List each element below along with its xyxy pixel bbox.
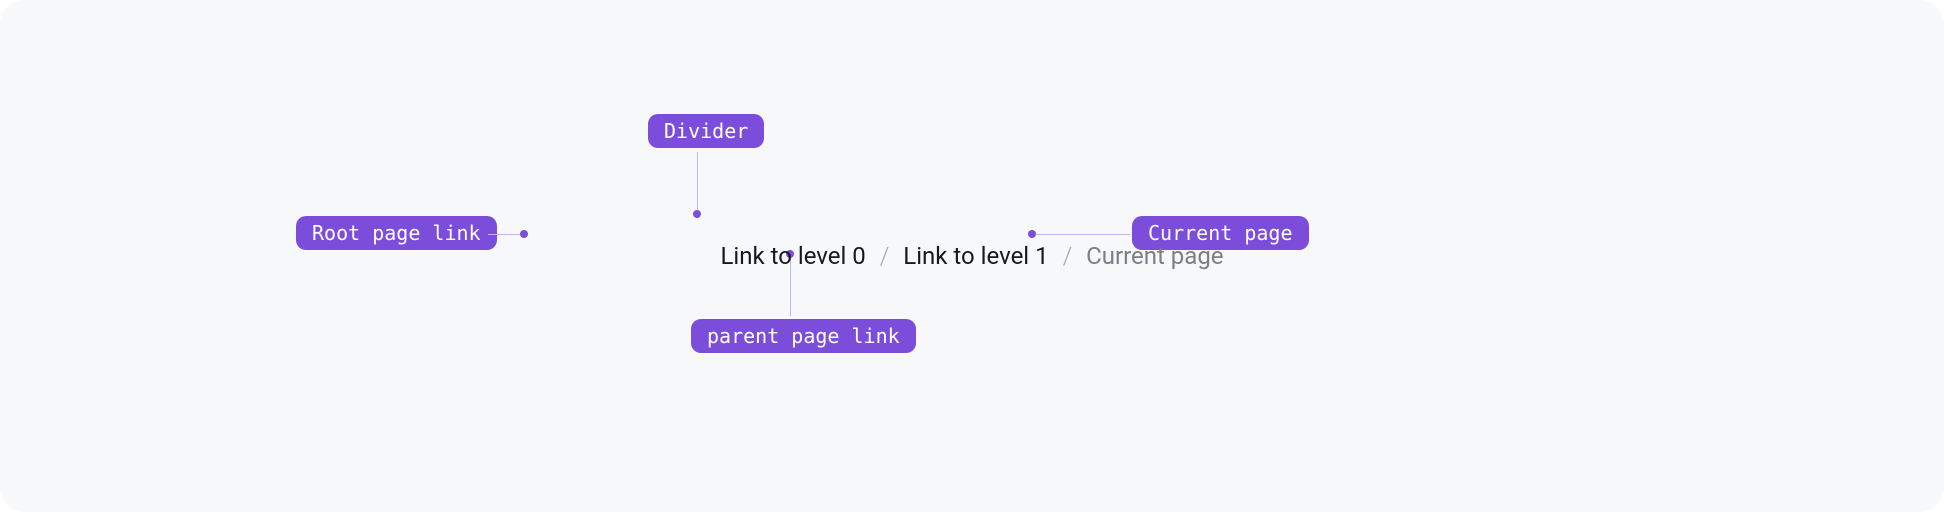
annotation-divider: Divider <box>648 114 764 148</box>
breadcrumb-separator: / <box>880 244 890 268</box>
connector-line <box>1036 234 1130 235</box>
connector-line <box>488 234 520 235</box>
connector-dot <box>1028 230 1036 238</box>
annotation-root-page-link: Root page link <box>296 216 497 250</box>
breadcrumb-separator: / <box>1063 244 1073 268</box>
annotation-parent-page-link: parent page link <box>691 319 916 353</box>
connector-line <box>697 152 698 210</box>
breadcrumb-link-level-0[interactable]: Link to level 0 <box>720 244 865 268</box>
breadcrumb: Link to level 0 / Link to level 1 / Curr… <box>720 244 1223 268</box>
connector-dot <box>520 230 528 238</box>
breadcrumb-link-level-1[interactable]: Link to level 1 <box>903 244 1048 268</box>
diagram-canvas: Root page link Divider parent page link … <box>0 0 1944 512</box>
breadcrumb-current-page: Current page <box>1086 244 1223 268</box>
connector-dot <box>693 210 701 218</box>
